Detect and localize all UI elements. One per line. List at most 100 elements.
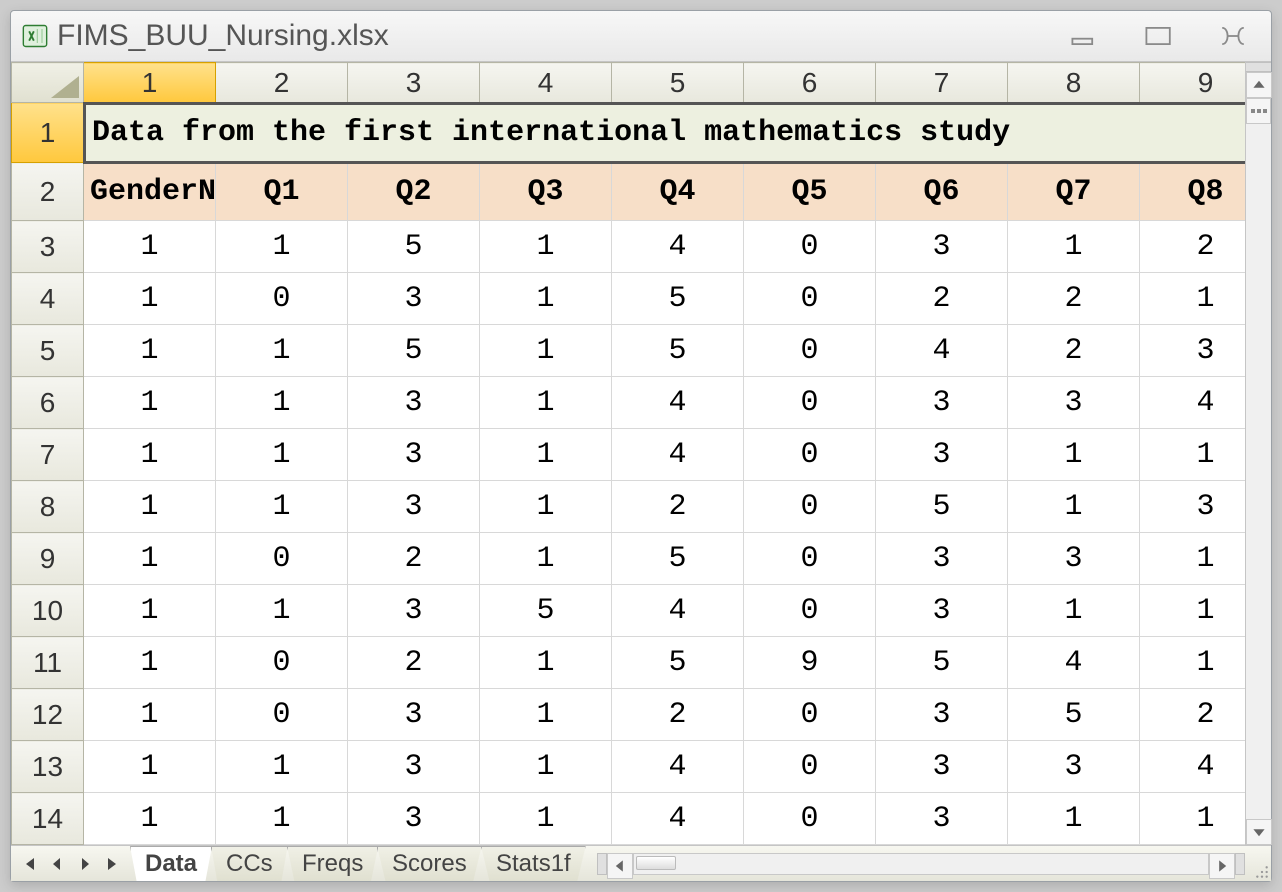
data-cell[interactable]: 2 bbox=[612, 481, 744, 533]
row-header[interactable]: 12 bbox=[12, 689, 84, 741]
column-header[interactable]: 9 bbox=[1140, 63, 1246, 103]
data-cell[interactable]: 4 bbox=[1140, 741, 1246, 793]
tab-nav-first-button[interactable] bbox=[15, 850, 43, 878]
data-cell[interactable]: 9 bbox=[744, 637, 876, 689]
data-cell[interactable]: 1 bbox=[1140, 637, 1246, 689]
tab-nav-next-button[interactable] bbox=[71, 850, 99, 878]
data-cell[interactable]: 2 bbox=[612, 689, 744, 741]
data-cell[interactable]: 1 bbox=[1140, 273, 1246, 325]
scroll-down-button[interactable] bbox=[1246, 819, 1272, 845]
data-cell[interactable]: 5 bbox=[348, 325, 480, 377]
data-cell[interactable]: 1 bbox=[84, 533, 216, 585]
data-cell[interactable]: 1 bbox=[1008, 793, 1140, 845]
data-cell[interactable]: 1 bbox=[84, 793, 216, 845]
data-cell[interactable]: 4 bbox=[612, 585, 744, 637]
vertical-split-handle[interactable] bbox=[1246, 62, 1271, 72]
data-cell[interactable]: 4 bbox=[876, 325, 1008, 377]
data-cell[interactable]: 3 bbox=[876, 741, 1008, 793]
data-cell[interactable]: 1 bbox=[1140, 533, 1246, 585]
data-cell[interactable]: 1 bbox=[216, 429, 348, 481]
data-cell[interactable]: 3 bbox=[348, 429, 480, 481]
data-cell[interactable]: 3 bbox=[876, 793, 1008, 845]
data-cell[interactable]: 0 bbox=[744, 273, 876, 325]
horizontal-scroll-track[interactable] bbox=[633, 853, 1209, 875]
title-cell[interactable]: Data from the first international mathem… bbox=[84, 103, 1246, 163]
column-label-cell[interactable]: Q6 bbox=[876, 163, 1008, 221]
data-cell[interactable]: 1 bbox=[480, 689, 612, 741]
data-cell[interactable]: 0 bbox=[744, 793, 876, 845]
data-cell[interactable]: 1 bbox=[480, 221, 612, 273]
data-cell[interactable]: 3 bbox=[876, 377, 1008, 429]
data-cell[interactable]: 3 bbox=[1008, 377, 1140, 429]
data-cell[interactable]: 3 bbox=[348, 377, 480, 429]
row-header[interactable]: 14 bbox=[12, 793, 84, 845]
data-cell[interactable]: 0 bbox=[744, 741, 876, 793]
data-cell[interactable]: 3 bbox=[348, 793, 480, 845]
data-cell[interactable]: 3 bbox=[348, 741, 480, 793]
column-label-cell[interactable]: Q4 bbox=[612, 163, 744, 221]
sheet-tab[interactable]: Freqs bbox=[287, 846, 378, 881]
data-cell[interactable]: 1 bbox=[1008, 221, 1140, 273]
row-header[interactable]: 6 bbox=[12, 377, 84, 429]
data-cell[interactable]: 2 bbox=[876, 273, 1008, 325]
data-cell[interactable]: 5 bbox=[1008, 689, 1140, 741]
column-label-cell[interactable]: GenderN bbox=[84, 163, 216, 221]
data-cell[interactable]: 1 bbox=[84, 221, 216, 273]
data-cell[interactable]: 5 bbox=[480, 585, 612, 637]
scroll-right-button[interactable] bbox=[1209, 853, 1235, 879]
data-cell[interactable]: 5 bbox=[612, 273, 744, 325]
column-label-cell[interactable]: Q7 bbox=[1008, 163, 1140, 221]
data-cell[interactable]: 1 bbox=[480, 533, 612, 585]
data-cell[interactable]: 3 bbox=[876, 533, 1008, 585]
data-cell[interactable]: 3 bbox=[348, 273, 480, 325]
row-header[interactable]: 13 bbox=[12, 741, 84, 793]
data-cell[interactable]: 1 bbox=[1140, 429, 1246, 481]
data-cell[interactable]: 1 bbox=[84, 689, 216, 741]
column-label-cell[interactable]: Q1 bbox=[216, 163, 348, 221]
column-header[interactable]: 7 bbox=[876, 63, 1008, 103]
data-cell[interactable]: 3 bbox=[348, 481, 480, 533]
data-cell[interactable]: 4 bbox=[1140, 377, 1246, 429]
sheet-tab[interactable]: Stats1f bbox=[481, 846, 586, 881]
tab-nav-prev-button[interactable] bbox=[43, 850, 71, 878]
data-cell[interactable]: 5 bbox=[612, 637, 744, 689]
data-cell[interactable]: 3 bbox=[1140, 481, 1246, 533]
data-cell[interactable]: 4 bbox=[612, 741, 744, 793]
data-cell[interactable]: 0 bbox=[216, 273, 348, 325]
tab-split-handle[interactable] bbox=[597, 853, 607, 875]
row-header[interactable]: 2 bbox=[12, 163, 84, 221]
row-header[interactable]: 11 bbox=[12, 637, 84, 689]
data-cell[interactable]: 2 bbox=[1140, 221, 1246, 273]
data-cell[interactable]: 0 bbox=[744, 585, 876, 637]
maximize-button[interactable] bbox=[1137, 21, 1181, 51]
row-header[interactable]: 5 bbox=[12, 325, 84, 377]
data-cell[interactable]: 5 bbox=[876, 481, 1008, 533]
close-button[interactable] bbox=[1211, 21, 1255, 51]
data-cell[interactable]: 4 bbox=[1008, 637, 1140, 689]
column-header[interactable]: 2 bbox=[216, 63, 348, 103]
data-cell[interactable]: 3 bbox=[348, 689, 480, 741]
data-cell[interactable]: 0 bbox=[216, 533, 348, 585]
data-cell[interactable]: 3 bbox=[876, 221, 1008, 273]
column-label-cell[interactable]: Q3 bbox=[480, 163, 612, 221]
data-cell[interactable]: 5 bbox=[612, 325, 744, 377]
data-cell[interactable]: 1 bbox=[1008, 481, 1140, 533]
data-cell[interactable]: 4 bbox=[612, 429, 744, 481]
row-header[interactable]: 8 bbox=[12, 481, 84, 533]
data-cell[interactable]: 5 bbox=[612, 533, 744, 585]
row-header[interactable]: 10 bbox=[12, 585, 84, 637]
vertical-scrollbar[interactable] bbox=[1245, 62, 1271, 845]
data-cell[interactable]: 2 bbox=[1008, 325, 1140, 377]
column-label-cell[interactable]: Q8 bbox=[1140, 163, 1246, 221]
data-cell[interactable]: 1 bbox=[216, 325, 348, 377]
data-cell[interactable]: 1 bbox=[216, 585, 348, 637]
data-cell[interactable]: 1 bbox=[84, 741, 216, 793]
data-cell[interactable]: 1 bbox=[84, 377, 216, 429]
data-cell[interactable]: 1 bbox=[480, 793, 612, 845]
data-cell[interactable]: 1 bbox=[216, 377, 348, 429]
horizontal-scroll-thumb[interactable] bbox=[636, 856, 676, 870]
column-header[interactable]: 6 bbox=[744, 63, 876, 103]
data-cell[interactable]: 3 bbox=[876, 585, 1008, 637]
column-label-cell[interactable]: Q5 bbox=[744, 163, 876, 221]
data-cell[interactable]: 5 bbox=[348, 221, 480, 273]
